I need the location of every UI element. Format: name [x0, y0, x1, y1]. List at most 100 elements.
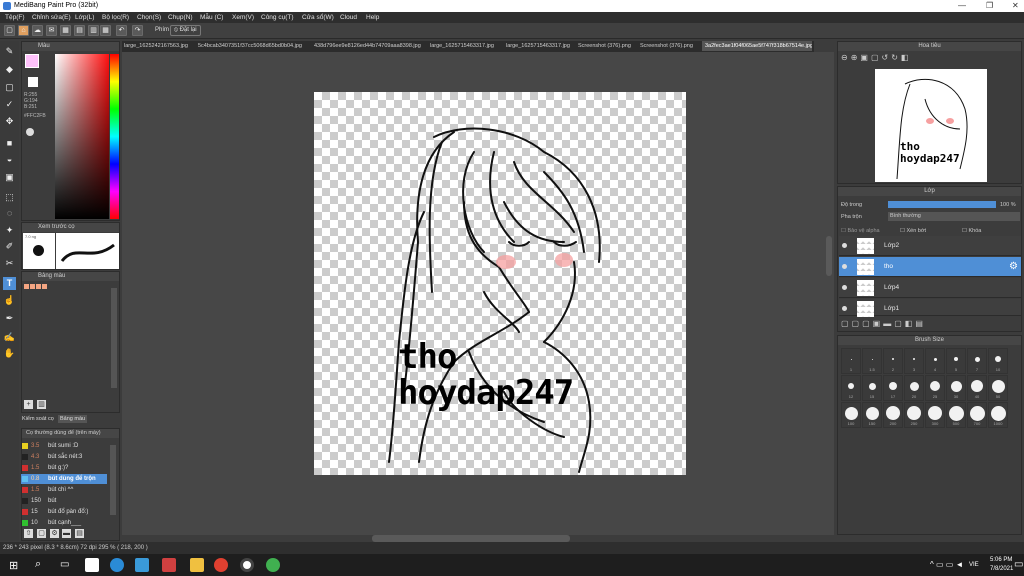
bucket-tool-icon[interactable]: ◒ [3, 153, 16, 166]
maximize-icon[interactable]: ❐ [986, 1, 993, 10]
brush-settings-icon[interactable]: ⚙ [50, 529, 59, 538]
layer-action-icons[interactable]: ▢▢▢▣▬▢◧▤ [841, 319, 926, 328]
brush-size-cell[interactable]: 25 [925, 375, 945, 401]
navigator-preview[interactable]: tho hoydap247 [875, 69, 987, 182]
menu-layer[interactable]: Lớp(L) [75, 14, 94, 21]
hand-tool-icon[interactable]: ✋ [3, 347, 16, 360]
layer-row[interactable]: Lớp4 [839, 278, 1021, 298]
palette-swatch[interactable] [24, 284, 29, 289]
brush-list-item[interactable]: 150 bút [21, 496, 107, 506]
cloud-icon[interactable]: ☁ [32, 25, 43, 36]
minimize-icon[interactable]: — [958, 1, 966, 10]
clock-date[interactable]: 7/8/2021 [990, 566, 1013, 572]
search-icon[interactable]: ⌕ [35, 558, 41, 571]
brush-size-cell[interactable]: 150 [862, 402, 882, 428]
new-file-icon[interactable]: ▢ [4, 25, 15, 36]
windows-start-icon[interactable]: ⊞ [9, 559, 18, 572]
brush-size-cell[interactable]: 1.5 [862, 348, 882, 374]
menu-window[interactable]: Cửa sổ(W) [302, 14, 334, 21]
menu-edit[interactable]: Chỉnh sửa(E) [32, 14, 71, 21]
language-indicator[interactable]: VIE [969, 562, 979, 568]
pen-tool-icon[interactable]: ✍ [3, 331, 16, 344]
gradient-tool-icon[interactable]: ▣ [3, 171, 16, 184]
doc-tab[interactable]: Screenshot (376).png [640, 43, 693, 49]
doc-tab[interactable]: large_1625242167563.jpg [124, 43, 188, 49]
color-mode-icon[interactable] [26, 128, 34, 136]
brush-add-icon[interactable]: ⇧ [24, 529, 33, 538]
palette-scrollbar[interactable] [111, 288, 117, 388]
fill-rect-tool-icon[interactable]: ■ [3, 137, 16, 150]
operation-tool-icon[interactable]: ☝ [3, 294, 16, 307]
select-eraser-tool-icon[interactable]: ✂ [3, 257, 16, 270]
palette-swatch[interactable] [36, 284, 41, 289]
brush-size-cell[interactable]: 500 [946, 402, 966, 428]
brush-size-cell[interactable]: 200 [883, 402, 903, 428]
brush-size-cell[interactable]: 15 [862, 375, 882, 401]
visibility-eye-icon[interactable] [842, 264, 847, 269]
select-pen-tool-icon[interactable]: ✐ [3, 240, 16, 253]
chat-icon[interactable]: ✉ [46, 25, 57, 36]
brush-size-cell[interactable]: 5 [946, 348, 966, 374]
doc-tab[interactable]: 5c4bcab3407351f37cc5068d65bd0b04.jpg [198, 43, 302, 49]
tab-brush-control[interactable]: Kiểm soát cọ [22, 416, 54, 422]
visibility-eye-icon[interactable] [842, 285, 847, 290]
app-icon-green[interactable] [266, 558, 280, 572]
close-icon[interactable]: ✕ [1012, 1, 1019, 10]
network-icon[interactable] [135, 558, 149, 572]
text-tool-icon[interactable]: T [3, 277, 16, 290]
check-tool-icon[interactable]: ✓ [3, 98, 16, 111]
undo-icon[interactable]: ↶ [116, 25, 127, 36]
layer-row[interactable]: Lớp1 [839, 299, 1021, 317]
brush-size-cell[interactable]: 1 [841, 348, 861, 374]
brush-list-item[interactable]: 1.5 bút chì ^^ [21, 485, 107, 495]
brush-list-item[interactable]: 4.3 bút sắc nét:3 [21, 452, 107, 462]
medibang-taskbar-icon[interactable] [240, 558, 254, 572]
opacity-slider[interactable] [888, 201, 996, 208]
brush-size-cell[interactable]: 4 [925, 348, 945, 374]
brush-size-cell[interactable]: 40 [967, 375, 987, 401]
brush-list-item[interactable]: 10 bút cạnh___ [21, 518, 107, 528]
chrome-icon[interactable] [214, 558, 228, 572]
doc-tab[interactable]: Screenshot (376).png [578, 43, 631, 49]
lock-checkbox[interactable]: ☐ Khóa [962, 228, 981, 234]
clock-time[interactable]: 5:06 PM [990, 557, 1012, 563]
menu-cloud[interactable]: Cloud [340, 14, 357, 21]
task-view-icon[interactable]: ▭ [60, 559, 69, 570]
brush-list-item[interactable]: 1.5 bút g:)? [21, 463, 107, 473]
brush-folder-icon[interactable]: ▬ [62, 529, 71, 538]
brush-copy-icon[interactable]: ▢ [37, 529, 46, 538]
clipping-checkbox[interactable]: ☐ Xén bớt [900, 228, 926, 234]
blend-mode-select[interactable]: Bình thường [888, 212, 1020, 221]
select-rect-tool-icon[interactable]: ⬚ [3, 191, 16, 204]
menu-template[interactable]: Mẫu (C) [200, 14, 223, 21]
tab-palette[interactable]: Bảng màu [58, 415, 88, 423]
brush-size-cell[interactable]: 20 [904, 375, 924, 401]
saturation-value-picker[interactable] [55, 54, 109, 219]
store-icon[interactable] [85, 558, 99, 572]
brush-size-cell[interactable]: 300 [925, 402, 945, 428]
artboard[interactable]: tho hoydap247 [314, 92, 686, 475]
eraser-tool-icon[interactable]: ◆ [3, 63, 16, 76]
menu-tools[interactable]: Công cụ(T) [261, 14, 294, 21]
brush-size-cell[interactable]: 250 [904, 402, 924, 428]
brush-list-scrollbar[interactable] [110, 445, 116, 515]
brush-size-cell[interactable]: 12 [841, 375, 861, 401]
layer-row[interactable]: Lớp2 [839, 236, 1021, 256]
brush-size-cell[interactable]: 100 [841, 402, 861, 428]
shape-tool-icon[interactable]: ▢ [3, 81, 16, 94]
menu-snap[interactable]: Chụp(N) [168, 14, 193, 21]
layout-icon[interactable]: ▤ [74, 25, 85, 36]
brush-size-cell[interactable]: 17 [883, 375, 903, 401]
move-tool-icon[interactable]: ✥ [3, 115, 16, 128]
app-icon-red[interactable] [162, 558, 176, 572]
doc-tab-active[interactable]: 3a2fec3ae1f04f065ae5f747f318b67514e.jpg [702, 41, 812, 51]
menu-select[interactable]: Chọn(S) [137, 14, 161, 21]
home-icon[interactable]: ⌂ [18, 25, 29, 36]
reset-button[interactable]: ⦸ Đặt lại [170, 25, 201, 36]
brush-size-cell[interactable]: 3 [904, 348, 924, 374]
doc-tab[interactable]: large_1625715463317.jpg [430, 43, 494, 49]
panel-icon[interactable]: ▥ [88, 25, 99, 36]
menu-view[interactable]: Xem(V) [232, 14, 254, 21]
brush-size-cell[interactable]: 1000 [988, 402, 1008, 428]
brush-size-cell[interactable]: 50 [988, 375, 1008, 401]
